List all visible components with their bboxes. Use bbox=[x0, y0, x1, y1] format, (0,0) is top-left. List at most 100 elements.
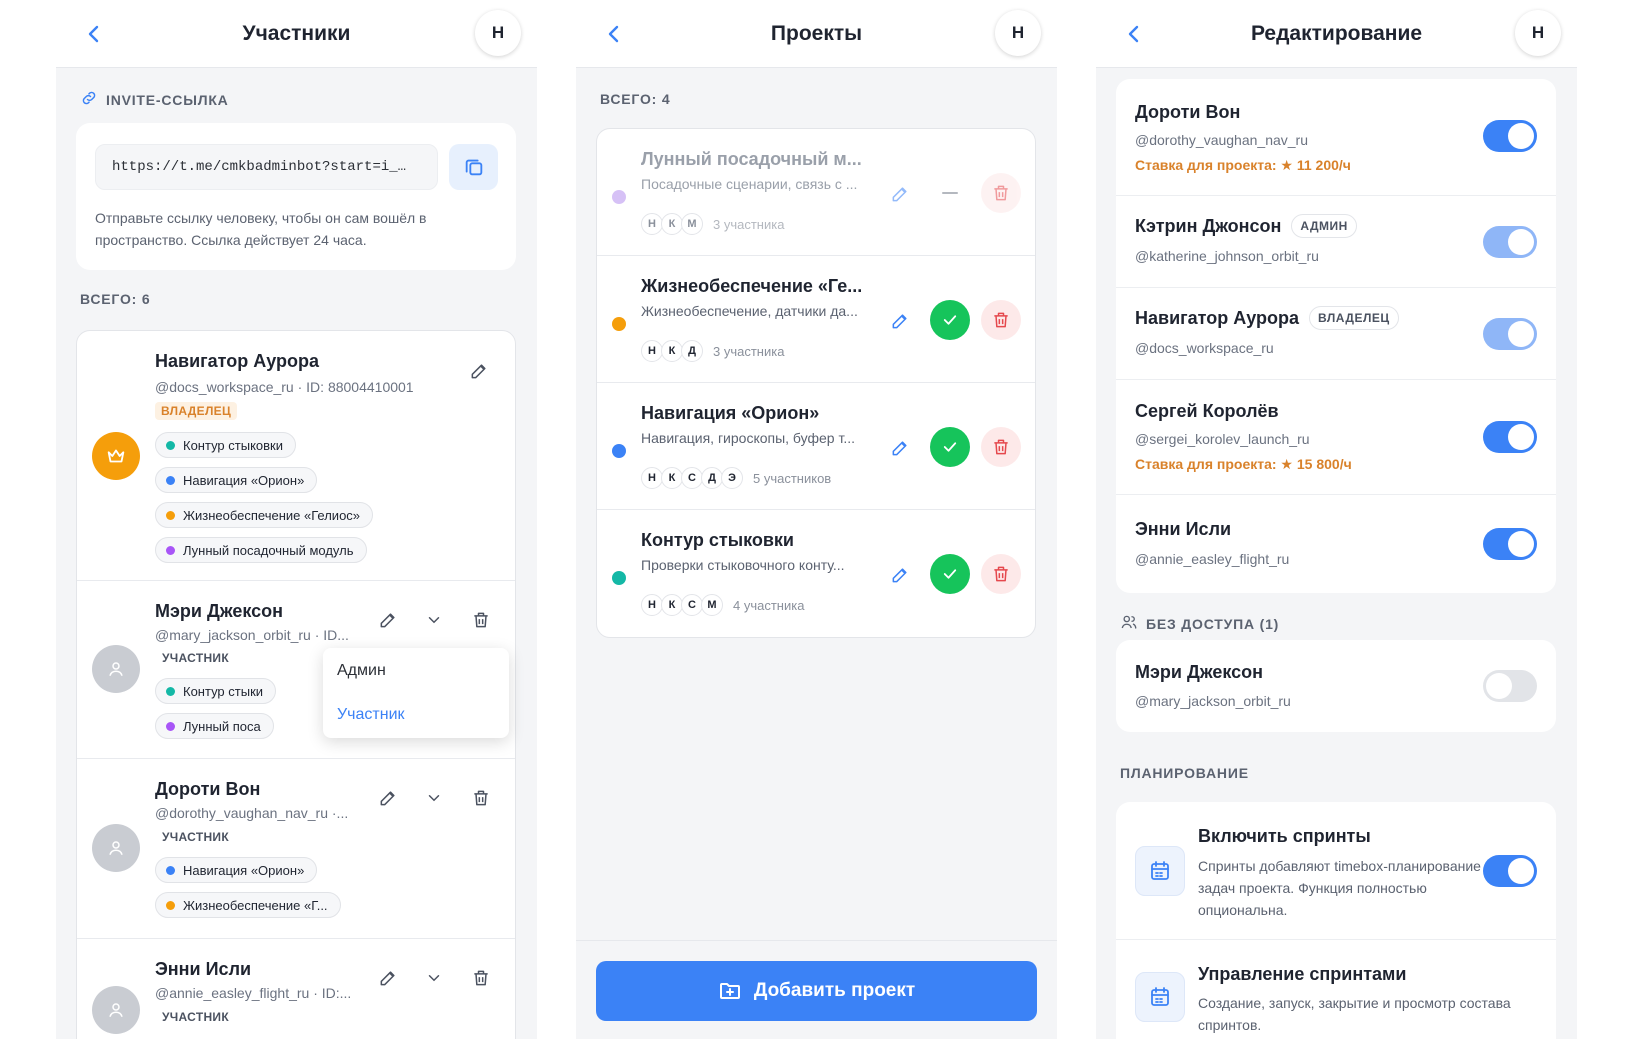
member-access-row: Дороти Вон @dorothy_vaughan_nav_ru Ставк… bbox=[1116, 79, 1556, 196]
access-toggle-locked[interactable] bbox=[1483, 318, 1537, 350]
trash-icon bbox=[474, 790, 488, 806]
delete-member-button[interactable] bbox=[467, 606, 495, 634]
edit-member-button[interactable] bbox=[465, 357, 493, 385]
planning-description: Спринты добавляют timebox-планирование д… bbox=[1198, 858, 1509, 918]
add-project-button[interactable]: Добавить проект bbox=[596, 961, 1037, 1021]
link-icon bbox=[80, 89, 98, 110]
delete-project-button[interactable] bbox=[981, 300, 1021, 340]
chip-label: Жизнеобеспечение «Г... bbox=[183, 897, 328, 913]
project-active-button[interactable] bbox=[930, 300, 970, 340]
member-name-text: Мэри Джексон bbox=[1135, 662, 1264, 682]
project-rate: Ставка для проекта: ★ 11 200/ч bbox=[1135, 157, 1351, 173]
check-icon bbox=[943, 442, 957, 452]
member-access-row: Энни Исли @annie_easley_flight_ru bbox=[1116, 495, 1556, 593]
delete-project-button[interactable] bbox=[981, 427, 1021, 467]
member-handle: @docs_workspace_ru · ID: 88004410001 bbox=[155, 379, 414, 395]
delete-project-button[interactable] bbox=[981, 173, 1021, 213]
check-icon bbox=[943, 315, 957, 325]
profile-avatar-button[interactable]: Н bbox=[1515, 10, 1561, 56]
member-name: Дороти Вон bbox=[155, 779, 261, 799]
member-role-label: УЧАСТНИК bbox=[162, 651, 229, 665]
member-mini-avatar: Д bbox=[701, 467, 723, 489]
delete-member-button[interactable] bbox=[467, 964, 495, 992]
invite-section-label: INVITE-ССЫЛКА bbox=[80, 89, 229, 110]
role-option-admin[interactable]: Админ bbox=[337, 662, 386, 680]
project-row[interactable]: Навигация «Орион» Навигация, гироскопы, … bbox=[597, 383, 1035, 510]
project-dot bbox=[166, 721, 175, 731]
pencil-icon bbox=[380, 791, 395, 806]
project-members: Н К С М 4 участника bbox=[641, 594, 804, 616]
access-toggle-locked[interactable] bbox=[1483, 226, 1537, 258]
project-chip: Контур стыки bbox=[155, 678, 277, 704]
edit-member-button[interactable] bbox=[374, 964, 402, 992]
project-dot bbox=[166, 510, 175, 520]
member-mini-avatar: Н bbox=[641, 467, 663, 489]
chip-label: Навигация «Орион» bbox=[183, 862, 305, 878]
profile-avatar-button[interactable]: Н bbox=[475, 10, 521, 56]
member-name-text: Кэтрин Джонсон bbox=[1135, 215, 1282, 236]
edit-project-button[interactable] bbox=[886, 434, 914, 462]
invite-link-field[interactable]: https://t.me/cmkbadminbot?start=i_… bbox=[95, 144, 438, 190]
member-name: Мэри Джексон bbox=[155, 601, 284, 621]
projects-screen: Проекты Н ВСЕГО: 4 Лунный посадочный м..… bbox=[576, 0, 1057, 1039]
member-role-label: УЧАСТНИК bbox=[162, 1010, 229, 1024]
delete-member-button[interactable] bbox=[467, 784, 495, 812]
member-handle: @docs_workspace_ru bbox=[1135, 340, 1274, 356]
project-active-button[interactable] bbox=[930, 554, 970, 594]
user-icon bbox=[109, 662, 123, 676]
project-color-dot bbox=[612, 444, 626, 458]
role-option-member[interactable]: Участник bbox=[337, 706, 405, 724]
page-title: Редактирование bbox=[1250, 22, 1423, 45]
project-rate: Ставка для проекта: ★ 15 800/ч bbox=[1135, 456, 1352, 472]
role-dropdown-button[interactable] bbox=[420, 964, 448, 992]
trash-icon bbox=[994, 185, 1008, 201]
edit-member-button[interactable] bbox=[374, 606, 402, 634]
page-title: Проекты bbox=[770, 22, 863, 45]
profile-avatar-button[interactable]: Н bbox=[995, 10, 1041, 56]
project-dot bbox=[166, 440, 175, 450]
role-dropdown-button[interactable] bbox=[420, 784, 448, 812]
project-active-button[interactable] bbox=[930, 427, 970, 467]
edit-project-button[interactable] bbox=[886, 180, 914, 208]
project-row[interactable]: Контур стыковки Проверки стыковочного ко… bbox=[597, 510, 1035, 637]
member-mini-avatar: К bbox=[661, 213, 683, 235]
member-mini-avatar: М bbox=[681, 213, 703, 235]
member-name: Дороти Вон bbox=[1135, 102, 1240, 123]
copy-link-button[interactable] bbox=[449, 144, 498, 190]
project-row[interactable]: Жизнеобеспечение «Ге... Жизнеобеспечение… bbox=[597, 256, 1035, 383]
member-mini-avatar: Э bbox=[721, 467, 743, 489]
access-toggle-off[interactable] bbox=[1483, 670, 1537, 702]
pencil-icon bbox=[892, 187, 907, 202]
chip-label: Навигация «Орион» bbox=[183, 472, 305, 488]
delete-project-button[interactable] bbox=[981, 554, 1021, 594]
planning-row[interactable]: Управление спринтами Создание, запуск, з… bbox=[1116, 940, 1556, 1039]
project-name: Жизнеобеспечение «Ге... bbox=[641, 276, 863, 296]
planning-description: Создание, запуск, закрытие и просмотр со… bbox=[1198, 995, 1511, 1033]
sprints-toggle[interactable] bbox=[1483, 855, 1537, 887]
member-handle: @dorothy_vaughan_nav_ru bbox=[1135, 132, 1309, 148]
project-row[interactable]: Лунный посадочный м... Посадочные сценар… bbox=[597, 129, 1035, 256]
access-toggle[interactable] bbox=[1483, 528, 1537, 560]
pencil-icon bbox=[892, 568, 907, 583]
edit-project-button[interactable] bbox=[886, 561, 914, 589]
member-row: Энни Исли @annie_easley_flight_ru · ID:.… bbox=[77, 939, 515, 1039]
chip-label: Лунный поса bbox=[183, 718, 261, 734]
access-toggle[interactable] bbox=[1483, 120, 1537, 152]
owner-avatar bbox=[92, 432, 140, 480]
project-dot bbox=[166, 545, 175, 555]
member-name: Сергей Королёв bbox=[1135, 401, 1279, 422]
member-name-text: Сергей Королёв bbox=[1135, 401, 1279, 421]
edit-project-button[interactable] bbox=[886, 307, 914, 335]
edit-member-button[interactable] bbox=[374, 784, 402, 812]
editing-screen: Редактирование Н Дороти Вон @dorothy_vau… bbox=[1096, 0, 1577, 1039]
role-dropdown-button[interactable] bbox=[420, 606, 448, 634]
planning-section-label: ПЛАНИРОВАНИЕ bbox=[1120, 765, 1249, 781]
access-toggle[interactable] bbox=[1483, 421, 1537, 453]
chevron-down-icon bbox=[428, 617, 440, 624]
folder-plus-icon bbox=[719, 983, 740, 999]
member-access-row: Сергей Королёв @sergei_korolev_launch_ru… bbox=[1116, 380, 1556, 495]
pencil-icon bbox=[380, 613, 395, 628]
member-mini-avatar: Н bbox=[641, 594, 663, 616]
chip-label: Лунный посадочный модуль bbox=[183, 542, 354, 558]
member-role-label: УЧАСТНИК bbox=[162, 830, 229, 844]
